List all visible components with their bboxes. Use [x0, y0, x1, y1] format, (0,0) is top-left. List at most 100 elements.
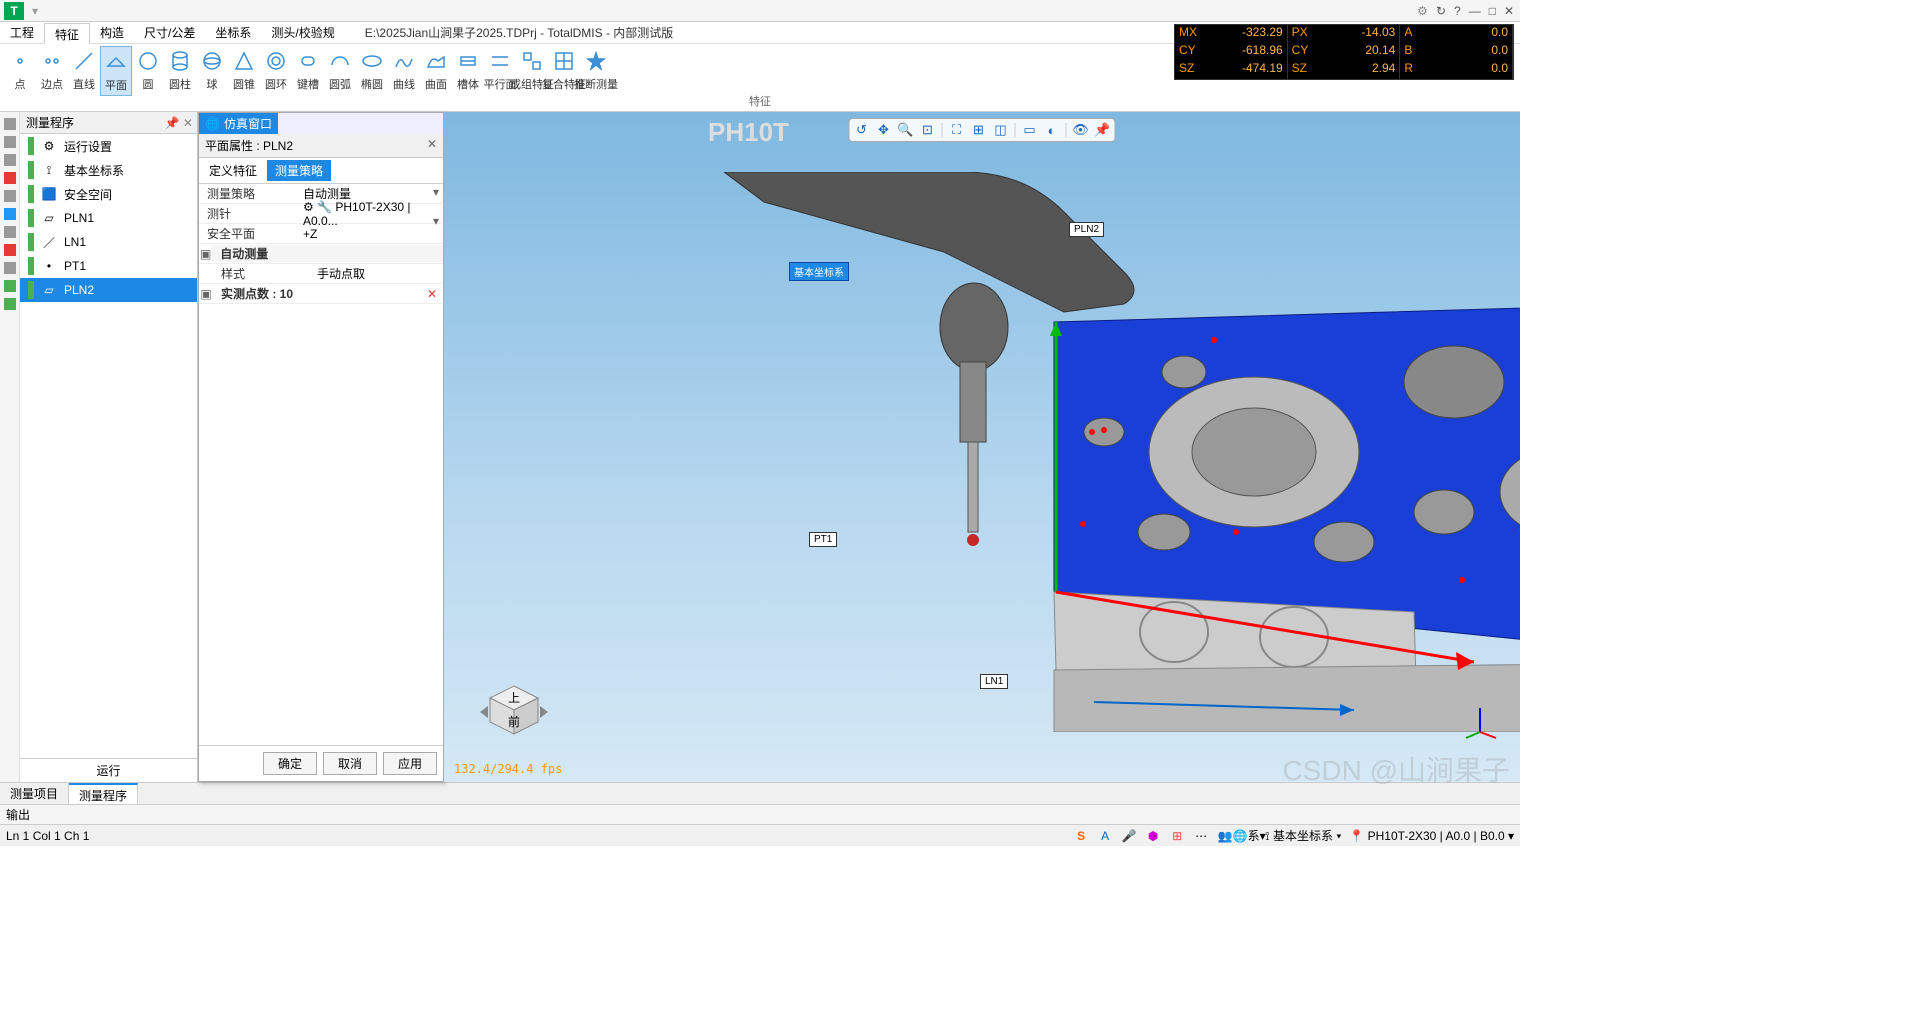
- ribbon-圆柱[interactable]: 圆柱: [164, 46, 196, 94]
- tree-pin-icon[interactable]: 📌 ✕: [165, 112, 197, 133]
- prop-key: 安全平面: [199, 225, 299, 242]
- tree-item-基本坐标系[interactable]: ⟟基本坐标系: [20, 158, 197, 182]
- tree-item-PLN2[interactable]: ▱PLN2: [20, 278, 197, 302]
- tree-item-运行设置[interactable]: ⚙运行设置: [20, 134, 197, 158]
- vp-tool-6[interactable]: ◫: [991, 121, 1011, 139]
- sb-cs-icon[interactable]: 🌐系▾: [1241, 828, 1257, 844]
- ribbon-曲线[interactable]: 曲线: [388, 46, 420, 94]
- prop-key: 样式: [213, 265, 313, 282]
- menu-坐标系[interactable]: 坐标系: [205, 22, 261, 43]
- menu-测头/校验规[interactable]: 测头/校验规: [261, 22, 344, 43]
- cube-icon: 🟦: [40, 185, 58, 203]
- vp-tool-9[interactable]: 👁: [1071, 121, 1091, 139]
- vp-label-PLN2: PLN2: [1069, 222, 1104, 237]
- ribbon-键槽[interactable]: 键槽: [292, 46, 324, 94]
- view-cube[interactable]: 上 前: [474, 672, 554, 752]
- ribbon-边点[interactable]: 边点: [36, 46, 68, 94]
- sb-icon-6[interactable]: ⋯: [1193, 828, 1209, 844]
- sb-coord[interactable]: ⟟ 基本坐标系 ▾: [1265, 827, 1341, 844]
- refresh-icon[interactable]: ↻: [1436, 4, 1446, 18]
- tool-2[interactable]: [4, 136, 16, 148]
- title-sep: ▾: [32, 4, 38, 18]
- prop-tab-定义特征[interactable]: 定义特征: [201, 160, 265, 181]
- ribbon-推断测量[interactable]: 推断测量: [580, 46, 612, 94]
- ribbon-group-label: 特征: [749, 93, 771, 109]
- ribbon-曲面[interactable]: 曲面: [420, 46, 452, 94]
- btn-应用[interactable]: 应用: [383, 752, 437, 775]
- prop-value[interactable]: ⚙ 🔧 PH10T-2X30 | A0.0...: [299, 200, 443, 228]
- sb-icon-2[interactable]: A: [1097, 828, 1113, 844]
- ribbon-label: 曲线: [393, 76, 415, 92]
- ribbon-槽体[interactable]: 槽体: [452, 46, 484, 94]
- tree-item-安全空间[interactable]: 🟦安全空间: [20, 182, 197, 206]
- tree-item-LN1[interactable]: ／LN1: [20, 230, 197, 254]
- vp-tool-7[interactable]: ▭: [1020, 121, 1040, 139]
- vp-tool-1[interactable]: ✥: [874, 121, 894, 139]
- tree-item-PT1[interactable]: •PT1: [20, 254, 197, 278]
- vp-tool-5[interactable]: ⊞: [969, 121, 989, 139]
- ribbon-圆弧[interactable]: 圆弧: [324, 46, 356, 94]
- ribbon-圆环[interactable]: 圆环: [260, 46, 292, 94]
- tool-5[interactable]: [4, 190, 16, 202]
- 3d-viewport[interactable]: ↺✥🔍⊡ ⛶⊞◫ ▭◐ 👁📌: [444, 112, 1520, 782]
- ribbon-直线[interactable]: 直线: [68, 46, 100, 94]
- dro-panel: MX-323.29PX-14.03A0.0CY-618.96CY20.14B0.…: [1174, 24, 1514, 80]
- maximize-icon[interactable]: □: [1489, 4, 1496, 18]
- btn-取消[interactable]: 取消: [323, 752, 377, 775]
- ribbon-平面[interactable]: 平面: [100, 46, 132, 96]
- tool-6[interactable]: [4, 208, 16, 220]
- tool-10[interactable]: [4, 280, 16, 292]
- fps-counter: 132.4/294.4 fps: [454, 762, 562, 776]
- expand-icon[interactable]: ▣: [199, 287, 213, 301]
- vp-tool-0[interactable]: ↺: [852, 121, 872, 139]
- tree-header: 测量程序 📌 ✕: [20, 112, 197, 134]
- btn-确定[interactable]: 确定: [263, 752, 317, 775]
- tool-3[interactable]: [4, 154, 16, 166]
- ribbon-圆[interactable]: 圆: [132, 46, 164, 94]
- help-icon[interactable]: ?: [1454, 4, 1461, 18]
- ribbon-label: 圆弧: [329, 76, 351, 92]
- vp-tool-2[interactable]: 🔍: [896, 121, 916, 139]
- prop-tab-测量策略[interactable]: 测量策略: [267, 160, 331, 181]
- menu-构造[interactable]: 构造: [90, 22, 134, 43]
- tool-7[interactable]: [4, 226, 16, 238]
- property-close-icon[interactable]: ✕: [427, 137, 437, 154]
- tree-item-label: PLN2: [64, 283, 94, 297]
- vp-tool-8[interactable]: ◐: [1042, 121, 1062, 139]
- tool-4[interactable]: [4, 172, 16, 184]
- menu-尺寸/公差[interactable]: 尺寸/公差: [134, 22, 205, 43]
- tool-9[interactable]: [4, 262, 16, 274]
- vp-tool-10[interactable]: 📌: [1093, 121, 1113, 139]
- prop-section: 自动测量: [212, 245, 443, 262]
- tool-1[interactable]: [4, 118, 16, 130]
- sb-icon-4[interactable]: ⬢: [1145, 828, 1161, 844]
- ribbon-点[interactable]: 点: [4, 46, 36, 94]
- minimize-icon[interactable]: —: [1469, 4, 1481, 18]
- sb-icon-1[interactable]: S: [1073, 828, 1089, 844]
- ribbon-椭圆[interactable]: 椭圆: [356, 46, 388, 94]
- sb-probe[interactable]: 📍 PH10T-2X30 | A0.0 | B0.0 ▾: [1349, 829, 1514, 843]
- vp-tool-3[interactable]: ⊡: [918, 121, 938, 139]
- ribbon-圆锥[interactable]: 圆锥: [228, 46, 260, 94]
- sb-mic-icon[interactable]: 🎤: [1121, 828, 1137, 844]
- bottom-tab-测量项目[interactable]: 测量项目: [0, 783, 69, 804]
- settings-icon[interactable]: ⚙: [1417, 4, 1428, 18]
- menu-特征[interactable]: 特征: [44, 23, 90, 44]
- close-icon[interactable]: ✕: [1504, 4, 1514, 18]
- ribbon-球[interactable]: 球: [196, 46, 228, 94]
- tree-item-PLN1[interactable]: ▱PLN1: [20, 206, 197, 230]
- prop-value[interactable]: +Z: [299, 227, 443, 241]
- prop-value[interactable]: 手动点取: [313, 265, 443, 282]
- run-button[interactable]: 运行: [20, 758, 197, 782]
- tool-11[interactable]: [4, 298, 16, 310]
- sim-window-tab[interactable]: 🌐 仿真窗口: [199, 113, 278, 134]
- sb-icon-5[interactable]: ⊞: [1169, 828, 1185, 844]
- sb-icon-7[interactable]: 👥: [1217, 828, 1233, 844]
- delete-icon[interactable]: ✕: [427, 287, 437, 301]
- bottom-tab-测量程序[interactable]: 测量程序: [69, 783, 138, 804]
- app-logo: T: [4, 2, 24, 20]
- tool-8[interactable]: [4, 244, 16, 256]
- menu-工程[interactable]: 工程: [0, 22, 44, 43]
- collapse-icon[interactable]: ▣: [199, 247, 212, 261]
- vp-tool-4[interactable]: ⛶: [947, 121, 967, 139]
